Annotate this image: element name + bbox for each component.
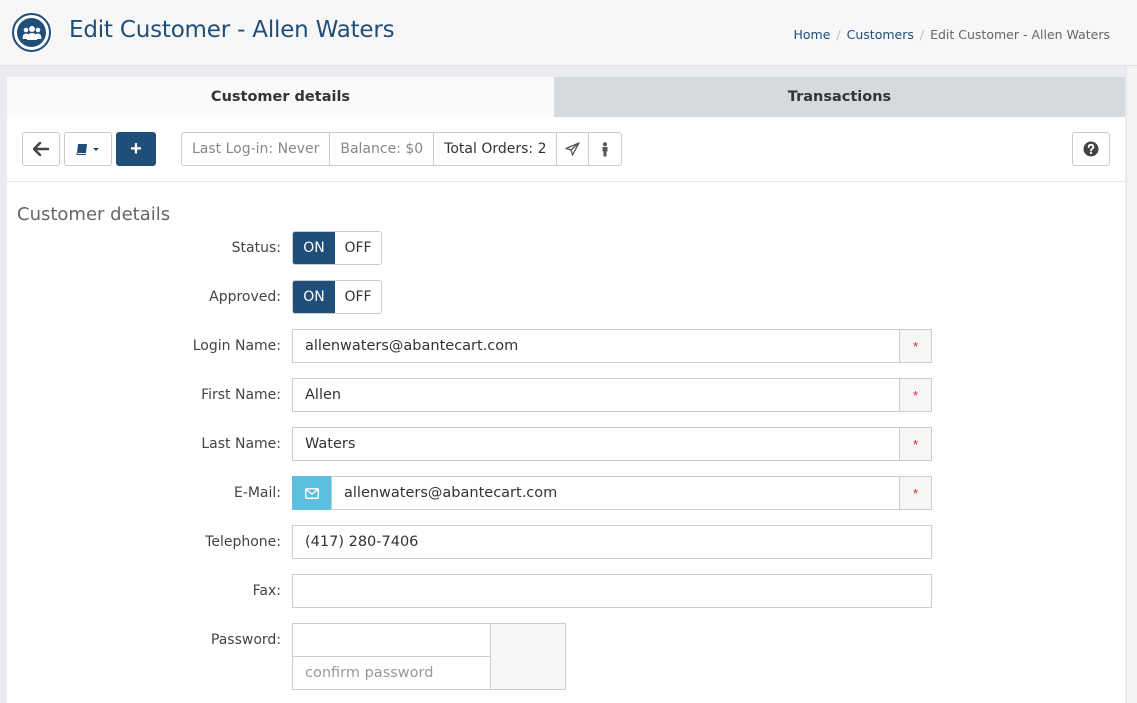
status-off[interactable]: OFF — [335, 232, 381, 264]
paper-plane-icon — [565, 142, 581, 156]
password-strength-box — [490, 623, 566, 690]
question-circle-icon — [1083, 141, 1099, 157]
tab-bar: Customer details Transactions — [7, 77, 1125, 117]
login-name-input[interactable]: allenwaters@abantecart.com — [292, 329, 900, 363]
first-name-input[interactable]: Allen — [292, 378, 900, 412]
required-marker: * — [899, 329, 932, 363]
send-message-button[interactable] — [557, 133, 590, 165]
password-row: Password: confirm password — [7, 623, 1125, 691]
book-dropdown-button[interactable] — [64, 132, 112, 166]
approved-off[interactable]: OFF — [335, 281, 381, 313]
toolbar: + Last Log-in: Never Balance: $0 Total O… — [7, 117, 1125, 182]
status-toggle[interactable]: ON OFF — [292, 231, 382, 265]
fax-row: Fax: — [7, 574, 1125, 608]
approved-row: Approved: ON OFF — [7, 280, 1125, 314]
tab-transactions[interactable]: Transactions — [554, 77, 1125, 117]
page-title: Edit Customer - Allen Waters — [69, 17, 395, 43]
last-name-label: Last Name: — [201, 436, 281, 452]
breadcrumb-home[interactable]: Home — [794, 27, 831, 42]
first-name-label: First Name: — [201, 387, 281, 403]
approved-label: Approved: — [209, 289, 281, 305]
person-icon — [602, 141, 608, 156]
add-customer-button[interactable]: + — [116, 132, 156, 166]
status-row: Status: ON OFF — [7, 231, 1125, 265]
first-name-row: First Name: Allen * — [7, 378, 1125, 412]
fax-input[interactable] — [292, 574, 932, 608]
breadcrumb-current: Edit Customer - Allen Waters — [930, 27, 1110, 42]
chevron-down-icon — [92, 148, 99, 151]
breadcrumb-customers[interactable]: Customers — [847, 27, 914, 42]
total-orders-info[interactable]: Total Orders: 2 — [434, 133, 558, 165]
password-input[interactable] — [292, 623, 491, 657]
login-as-customer-button[interactable] — [589, 133, 621, 165]
book-icon — [76, 144, 87, 155]
required-marker: * — [899, 378, 932, 412]
approved-toggle[interactable]: ON OFF — [292, 280, 382, 314]
confirm-password-input[interactable]: confirm password — [292, 656, 491, 690]
telephone-input[interactable]: (417) 280-7406 — [292, 525, 932, 559]
required-marker: * — [899, 427, 932, 461]
status-on[interactable]: ON — [293, 232, 335, 264]
customer-panel: Customer details Transactions + Last Log… — [7, 77, 1125, 703]
arrow-left-icon — [33, 142, 49, 156]
status-label: Status: — [231, 240, 281, 256]
password-label: Password: — [210, 632, 281, 648]
breadcrumb: Home / Customers / Edit Customer - Allen Wat… — [793, 27, 1111, 42]
email-label: E-Mail: — [233, 485, 281, 501]
tab-customer-details[interactable]: Customer details — [7, 77, 554, 117]
last-name-row: Last Name: Waters * — [7, 427, 1125, 461]
balance-info[interactable]: Balance: $0 — [330, 133, 435, 165]
section-title: Customer details — [17, 204, 171, 225]
last-login-info: Last Log-in: Never — [182, 133, 331, 165]
required-marker: * — [899, 476, 932, 510]
page-header: Edit Customer - Allen Waters Home / Custom… — [0, 0, 1137, 66]
last-name-input[interactable]: Waters — [292, 427, 900, 461]
envelope-icon — [305, 487, 319, 499]
email-addon — [292, 476, 332, 510]
customer-info-group: Last Log-in: Never Balance: $0 Total Ord… — [181, 132, 623, 166]
back-button[interactable] — [22, 132, 60, 166]
fax-label: Fax: — [252, 583, 281, 599]
customers-group-icon — [12, 13, 51, 52]
email-row: E-Mail: allenwaters@abantecart.com * — [7, 476, 1125, 510]
approved-on[interactable]: ON — [293, 281, 335, 313]
telephone-row: Telephone: (417) 280-7406 — [7, 525, 1125, 559]
login-name-label: Login Name: — [192, 338, 281, 354]
help-button[interactable] — [1072, 132, 1110, 166]
login-name-row: Login Name: allenwaters@abantecart.com * — [7, 329, 1125, 363]
email-input[interactable]: allenwaters@abantecart.com — [331, 476, 900, 510]
page-scrollbar[interactable] — [1126, 66, 1137, 703]
telephone-label: Telephone: — [205, 534, 281, 550]
